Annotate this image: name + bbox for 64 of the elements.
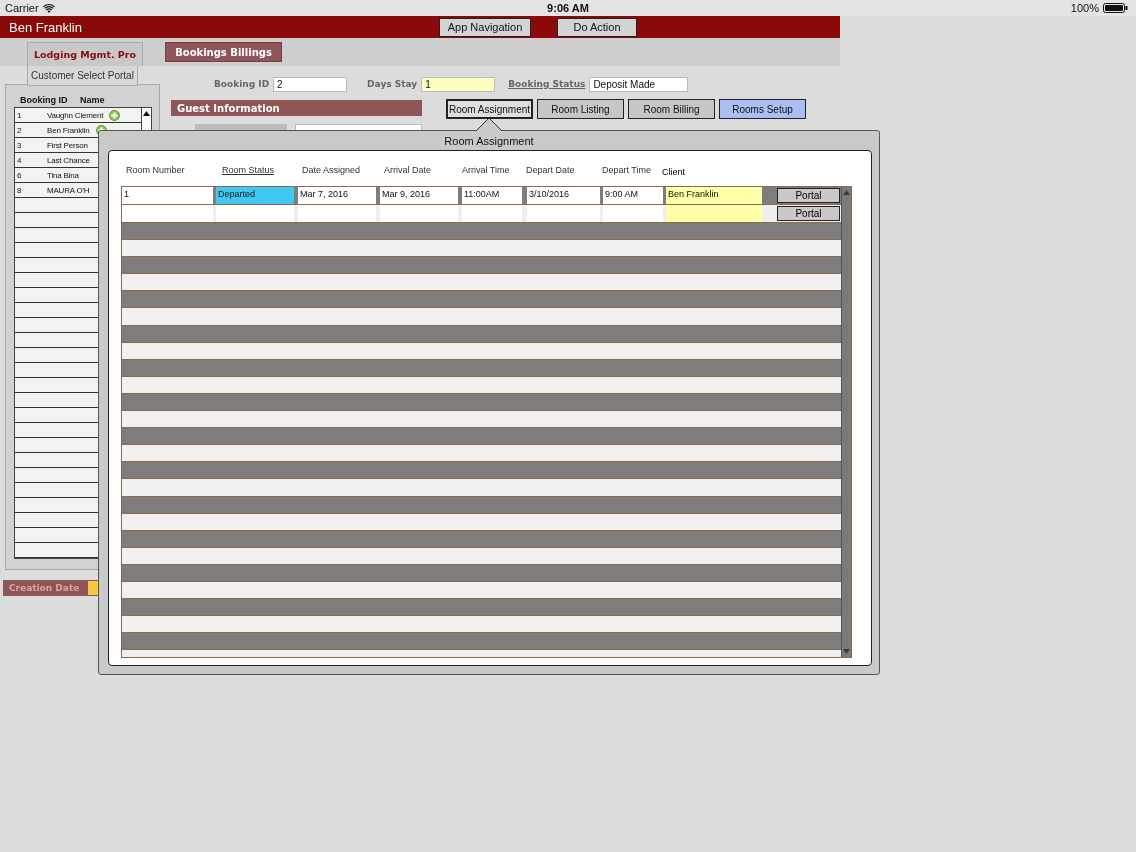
table-cell[interactable]: Departed	[216, 187, 294, 204]
table-cell: 11:00AM	[462, 187, 522, 204]
column-header: Depart Date	[526, 164, 576, 175]
input-field[interactable]: Deposit Made	[589, 76, 689, 92]
clock-time: 9:06 AM	[547, 2, 589, 14]
booking-id[interactable]: 3	[15, 140, 47, 150]
date-field[interactable]	[88, 581, 98, 595]
window-title: Ben Franklin	[9, 19, 83, 35]
header-button[interactable]: App Navigation	[439, 17, 531, 37]
column-header: Arrival Time	[462, 164, 511, 175]
table-cell: 3/10/2016	[527, 187, 600, 204]
app-tab[interactable]: Lodging Mgmt. Pro	[27, 42, 143, 66]
field-label: Booking ID	[214, 79, 270, 89]
portal-button[interactable]: Portal	[777, 188, 840, 203]
portal-button[interactable]: Portal	[777, 206, 840, 221]
column-header: Room Number	[126, 164, 186, 175]
column-header: Booking ID	[20, 95, 69, 105]
scroll-up-icon[interactable]	[143, 111, 150, 116]
table-cell: Ben Franklin	[666, 187, 762, 204]
add-icon[interactable]	[109, 109, 121, 121]
customer-name[interactable]: MAURA O'H	[47, 185, 90, 195]
column-header: Depart Time	[602, 164, 653, 175]
customer-name[interactable]: Tina Bina	[47, 170, 79, 180]
scroll-bar[interactable]	[841, 187, 851, 657]
booking-id[interactable]: 1	[15, 110, 47, 120]
booking-id[interactable]: 2	[15, 125, 47, 135]
customer-name[interactable]: Vaughn Clement	[47, 110, 104, 120]
field-label: Booking Status	[508, 79, 586, 89]
table-cell: 1	[122, 187, 213, 204]
field-label: Days Stay	[367, 79, 418, 89]
scroll-down-icon[interactable]	[843, 649, 850, 654]
customer-name[interactable]: Ben Franklin	[47, 125, 90, 135]
customer-name[interactable]: First Person	[47, 140, 88, 150]
column-header: Arrival Date	[384, 164, 432, 175]
column-header: Client	[662, 166, 686, 177]
wifi-icon	[42, 3, 55, 13]
battery-percent: 100%	[1070, 2, 1099, 14]
portal-tab[interactable]: Customer Select Portal	[27, 66, 138, 86]
booking-id[interactable]: 8	[15, 185, 47, 195]
creation-date-label: Creation Date	[8, 583, 80, 593]
carrier-label: Carrier	[5, 2, 39, 14]
table-cell: 9:00 AM	[603, 187, 663, 204]
section-header: Guest Information	[171, 100, 422, 116]
room-tab[interactable]: Rooms Setup	[719, 99, 806, 119]
table-cell	[603, 205, 663, 222]
booking-id[interactable]: 4	[15, 155, 47, 165]
table-cell[interactable]	[216, 205, 294, 222]
customer-name[interactable]: Last Chance	[47, 155, 90, 165]
header-button[interactable]: Do Action	[557, 17, 637, 37]
room-tab[interactable]: Room Assignment	[446, 99, 533, 119]
table-cell	[462, 205, 522, 222]
column-header: Date Assigned	[302, 164, 362, 175]
table-cell: Mar 9, 2016	[380, 187, 458, 204]
input-field[interactable]: 1	[421, 76, 496, 92]
popover-title: Room Assignment	[443, 134, 535, 149]
input-field[interactable]: 2	[273, 76, 348, 92]
table-cell: Mar 7, 2016	[298, 187, 376, 204]
booking-id[interactable]: 6	[15, 170, 47, 180]
room-tab[interactable]: Room Billing	[628, 99, 715, 119]
column-header: Name	[80, 95, 105, 105]
battery-icon	[1103, 3, 1128, 13]
bookings-button[interactable]: Bookings Billings	[165, 42, 282, 62]
column-header: Room Status	[222, 164, 276, 175]
room-tab[interactable]: Room Listing	[537, 99, 624, 119]
